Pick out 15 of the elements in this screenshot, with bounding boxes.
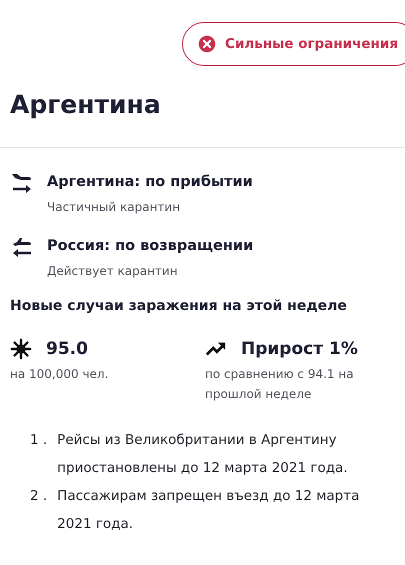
restriction-label: Сильные ограничения <box>225 36 398 52</box>
rule-title: Россия: по возвращении <box>47 237 254 256</box>
rule-title: Аргентина: по прибытии <box>47 173 253 192</box>
list-number: 1 . <box>30 431 48 450</box>
stat-note: по сравнению с 94.1 на прошлой неделе <box>205 366 355 403</box>
country-title: Аргентина <box>10 90 162 119</box>
rule-detail: Частичный карантин <box>47 200 182 214</box>
stat-value: Прирост 1% <box>241 339 358 359</box>
rule-detail: Действует карантин <box>47 264 179 278</box>
note-text: Рейсы из Великобритании в Аргентину приостановлены до 12 марта 2021 года. <box>57 431 349 478</box>
list-number: 2 . <box>30 487 48 506</box>
note-text: Пассажирам запрещен въезд до 12 марта 2021 года. <box>57 487 360 534</box>
section-heading: Новые случаи заражения на этой неделе <box>10 298 348 314</box>
stat-value: 95.0 <box>46 339 88 359</box>
stat-note: на 100,000 чел. <box>10 366 110 383</box>
